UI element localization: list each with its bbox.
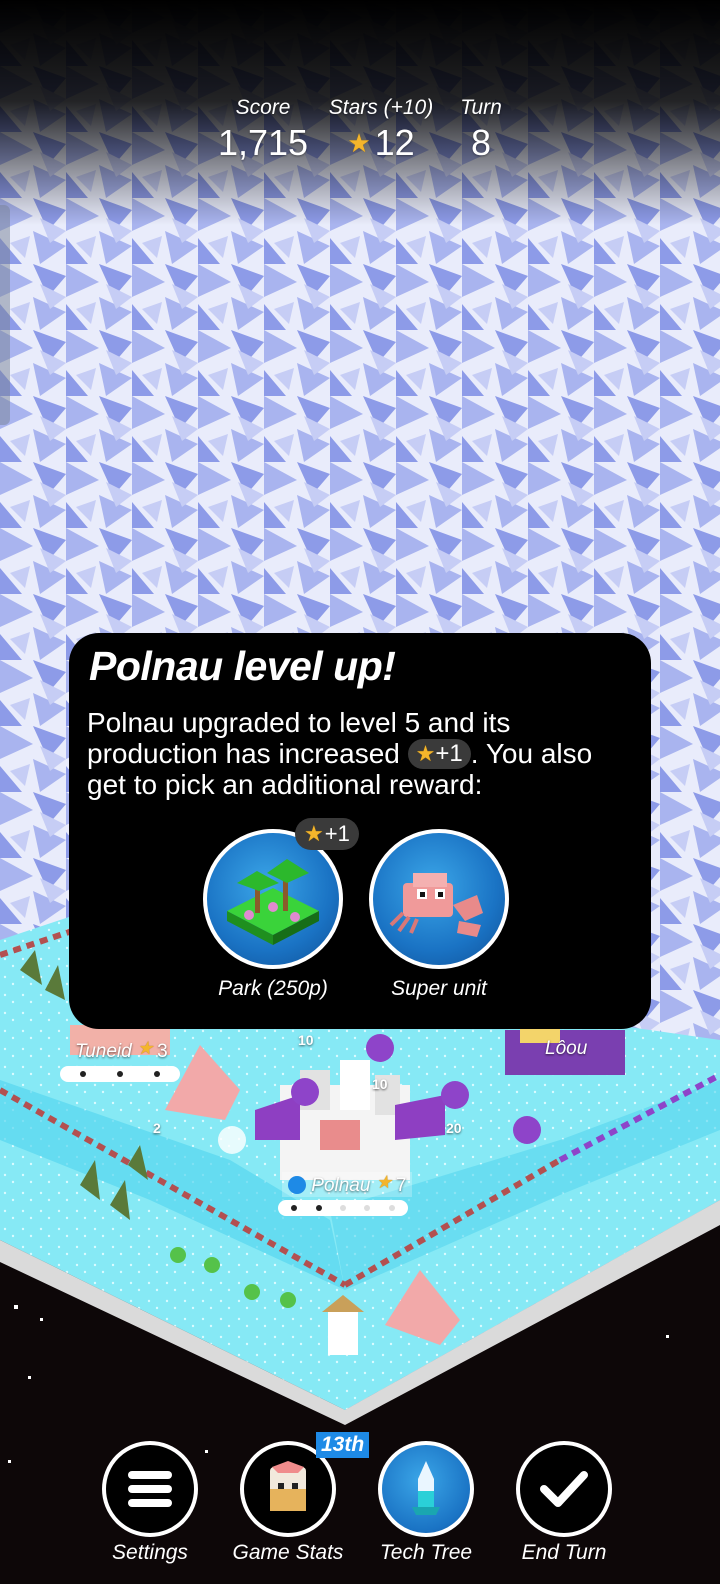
reward-choice-super-unit[interactable]: Super unit bbox=[369, 829, 509, 1001]
button-label: End Turn bbox=[521, 1541, 607, 1564]
tech-tree-icon[interactable] bbox=[378, 1441, 474, 1537]
capital-icon bbox=[288, 1176, 306, 1194]
city-level: 7 bbox=[395, 1175, 407, 1196]
dialog-body: Polnau upgraded to level 5 and its produ… bbox=[87, 707, 627, 800]
reward-bonus-badge: ★+1 bbox=[295, 818, 359, 850]
reward-choice-label: Park (250p) bbox=[218, 977, 328, 1000]
checkmark-icon[interactable] bbox=[516, 1441, 612, 1537]
star-icon: ★ bbox=[375, 1172, 392, 1192]
button-label: Game Stats bbox=[232, 1541, 344, 1564]
unit-health: 20 bbox=[446, 1120, 462, 1136]
reward-bonus: +1 bbox=[324, 821, 350, 846]
production-pill: ★+1 bbox=[407, 739, 471, 769]
unit-health: 10 bbox=[372, 1076, 388, 1092]
star-icon: ★ bbox=[347, 128, 371, 158]
turn-label: Turn bbox=[460, 96, 502, 119]
settings-button[interactable]: Settings bbox=[90, 1441, 210, 1565]
production-increase: +1 bbox=[435, 740, 463, 767]
end-turn-button[interactable]: End Turn bbox=[504, 1441, 624, 1565]
stars-value-wrap: ★ 12 bbox=[326, 122, 436, 164]
star-icon: ★ bbox=[136, 1038, 154, 1058]
reward-choice-park[interactable]: Park (250p) bbox=[203, 829, 343, 1001]
stars-label: Stars (+10) bbox=[328, 96, 434, 119]
turn-stat: Turn 8 bbox=[446, 96, 516, 164]
stars-value: 12 bbox=[374, 122, 415, 163]
city-progress-tuneid bbox=[60, 1066, 180, 1082]
city-label-loou[interactable]: Lôou bbox=[545, 1038, 587, 1060]
button-label: Settings bbox=[112, 1541, 188, 1564]
menu-icon[interactable] bbox=[102, 1441, 198, 1537]
rank-badge: 13th bbox=[316, 1432, 370, 1458]
reward-choice-label: Super unit bbox=[391, 977, 487, 1000]
star-icon: ★ bbox=[415, 741, 436, 766]
score-stat: Score 1,715 bbox=[208, 96, 318, 164]
city-name: Tuneid bbox=[75, 1041, 132, 1062]
city-label-tuneid[interactable]: Tuneid ★ 3 bbox=[75, 1038, 168, 1063]
level-up-dialog: Polnau level up! Polnau upgraded to leve… bbox=[69, 633, 651, 1029]
park-icon[interactable] bbox=[203, 829, 343, 969]
turn-value: 8 bbox=[470, 122, 492, 163]
side-drawer-handle[interactable] bbox=[0, 205, 10, 425]
top-hud: Score 1,715 Stars (+10) ★ 12 Turn 8 bbox=[0, 96, 720, 176]
city-name: Lôou bbox=[545, 1038, 588, 1059]
city-progress-polnau bbox=[278, 1200, 408, 1216]
stars-stat: Stars (+10) ★ 12 bbox=[326, 96, 436, 164]
city-level: 3 bbox=[157, 1041, 168, 1062]
button-label: Tech Tree bbox=[379, 1541, 473, 1564]
star-icon: ★ bbox=[304, 821, 324, 846]
crab-icon[interactable] bbox=[369, 829, 509, 969]
score-label: Score bbox=[235, 96, 291, 119]
dialog-title: Polnau level up! bbox=[89, 643, 396, 689]
city-label-polnau[interactable]: Polnau ★ 7 bbox=[282, 1172, 413, 1197]
city-name: Polnau bbox=[311, 1175, 371, 1196]
tech-tree-button[interactable]: Tech Tree bbox=[366, 1441, 486, 1565]
unit-health: 2 bbox=[153, 1120, 161, 1136]
unit-health: 10 bbox=[298, 1032, 314, 1048]
score-value: 1,715 bbox=[217, 122, 309, 163]
game-stats-button[interactable]: Game Stats bbox=[228, 1441, 348, 1565]
